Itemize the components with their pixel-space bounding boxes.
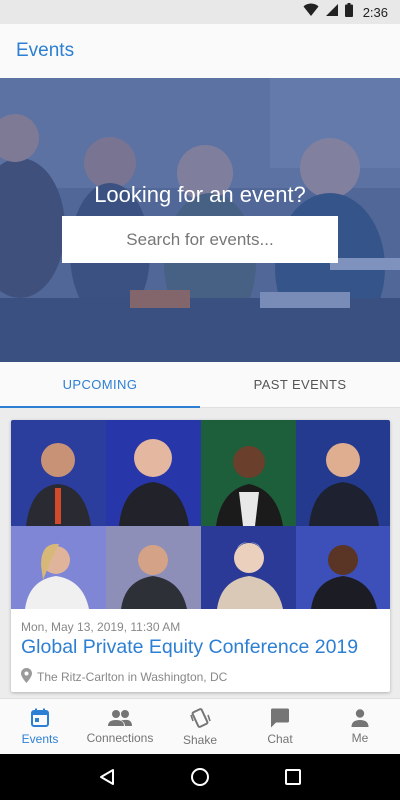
hero-banner: Looking for an event? <box>0 78 400 362</box>
search-input[interactable] <box>62 216 338 263</box>
home-button[interactable] <box>180 757 220 797</box>
event-speakers-image <box>11 420 390 609</box>
event-card[interactable]: Mon, May 13, 2019, 11:30 AM Global Priva… <box>11 420 390 692</box>
back-button[interactable] <box>87 757 127 797</box>
tab-past-events[interactable]: PAST EVENTS <box>200 362 400 407</box>
nav-label: Chat <box>267 731 293 746</box>
battery-icon <box>344 2 353 22</box>
page-title: Events <box>16 40 75 61</box>
nav-label: Shake <box>182 732 218 747</box>
system-navigation-bar <box>0 754 400 800</box>
status-bar: 2:36 <box>0 0 400 24</box>
people-icon <box>108 709 132 727</box>
nav-label: Me <box>351 730 369 745</box>
nav-label: Connections <box>86 730 154 745</box>
tab-upcoming[interactable]: UPCOMING <box>0 362 200 408</box>
location-pin-icon <box>21 668 32 686</box>
nav-label: Events <box>21 731 59 746</box>
nav-item-events[interactable]: Events <box>0 699 80 754</box>
nav-item-chat[interactable]: Chat <box>240 699 320 754</box>
signal-icon <box>325 3 339 22</box>
events-screen: 2:36 Events Looking for an event? Search… <box>0 0 400 800</box>
event-date: Mon, May 13, 2019, 11:30 AM <box>21 620 181 634</box>
chat-bubble-icon <box>270 708 290 728</box>
hero-heading: Looking for an event? <box>94 182 306 207</box>
nav-item-me[interactable]: Me <box>320 699 400 754</box>
event-tabs: UPCOMING PAST EVENTS <box>0 362 400 408</box>
calendar-icon <box>30 708 50 728</box>
recents-button[interactable] <box>273 757 313 797</box>
status-time: 2:36 <box>362 4 388 20</box>
nav-item-connections[interactable]: Connections <box>80 699 160 754</box>
app-bar: Events <box>0 24 400 78</box>
nav-item-shake[interactable]: Shake <box>160 699 240 754</box>
wifi-icon <box>303 3 319 22</box>
recents-square-icon <box>285 769 302 785</box>
shake-phone-icon <box>189 707 211 729</box>
person-icon <box>351 708 369 727</box>
event-title[interactable]: Global Private Equity Conference 2019 <box>21 636 358 659</box>
bottom-navigation: Events Connections Shake Chat Me <box>0 698 400 754</box>
event-list: Mon, May 13, 2019, 11:30 AM Global Priva… <box>0 408 400 698</box>
event-venue-label: The Ritz-Carlton in Washington, DC <box>37 670 228 684</box>
home-circle-icon <box>190 768 209 786</box>
event-venue: The Ritz-Carlton in Washington, DC <box>21 668 227 686</box>
back-triangle-icon <box>99 769 114 785</box>
